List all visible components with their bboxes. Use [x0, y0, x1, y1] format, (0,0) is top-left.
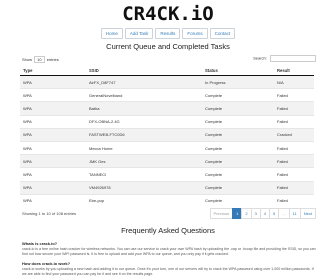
cell-ssid: TANNECI	[86, 167, 202, 181]
nav-contact[interactable]: Contact	[209, 28, 236, 39]
cell-ssid: DFX-OBNA-2.4G	[86, 114, 202, 129]
cell-status: Complete	[202, 140, 274, 155]
cell-result: Cracked	[274, 127, 314, 142]
cell-ssid: Mecca Home	[86, 140, 202, 155]
faq-answer: crack.io is a free online hash cracker f…	[22, 247, 316, 256]
faq-answer: crack.io works by you uploading a new ha…	[22, 267, 314, 276]
cell-status: Complete	[202, 154, 274, 168]
cell-type: WPA	[20, 140, 86, 155]
nav-results[interactable]: Results	[155, 28, 181, 39]
table-row: WPA TANNECI Complete Failed	[20, 167, 314, 181]
cell-type: WPA	[20, 88, 86, 102]
cell-result: N/A	[274, 74, 314, 89]
cell-status: In Progress	[202, 74, 274, 89]
table-row: WPA DFX-OBNA-2.4G Complete Failed	[20, 114, 314, 129]
pagination-next[interactable]: Next	[299, 208, 316, 219]
table-row: WPA AirFX_D8F747 In Progress N/A	[20, 74, 314, 89]
nav-home[interactable]: Home	[100, 28, 123, 39]
cell-type: WPA	[20, 180, 86, 195]
cell-ssid: GeneralNovelband	[86, 88, 202, 102]
cell-status: Complete	[202, 193, 274, 207]
cell-result: Failed	[274, 88, 314, 102]
cell-type: WPA	[20, 154, 86, 168]
cell-type: WPA	[20, 167, 86, 181]
cell-type: WPA	[20, 193, 86, 207]
table-row: WPA FASTWEB-FTC0D6 Complete Cracked	[20, 127, 314, 142]
entries-select[interactable]: 10	[34, 56, 45, 63]
cell-ssid: JMK Ges	[86, 154, 202, 168]
cell-ssid: Batha	[86, 101, 202, 116]
page-title: Current Queue and Completed Tasks	[106, 42, 230, 51]
cell-status: Complete	[202, 114, 274, 129]
cell-status: Complete	[202, 180, 274, 195]
table-header-row: Type SSID Status Result	[20, 66, 314, 76]
main-nav: Home Add Task Results Forums Contact	[0, 28, 336, 39]
nav-add-task[interactable]: Add Task	[124, 28, 154, 39]
nav-forums[interactable]: Forums	[182, 28, 208, 39]
site-logo[interactable]: CR4CK.iO	[0, 2, 336, 26]
show-label: Show	[22, 57, 33, 62]
cell-result: Failed	[274, 140, 314, 155]
faq-question: How does crack.io work?	[22, 261, 71, 266]
tasks-table: Type SSID Status Result WPA AirFX_D8F747 I…	[20, 66, 314, 207]
table-row: WPA JMK Ges Complete Failed	[20, 154, 314, 168]
cell-ssid: VM4926978	[86, 180, 202, 195]
cell-result: Failed	[274, 193, 314, 207]
table-row: WPA GeneralNovelband Complete Failed	[20, 88, 314, 102]
cell-type: WPA	[20, 114, 86, 129]
pagination: Previous 1 2 3 4 5 ... 11 Next	[209, 208, 316, 219]
cell-type: WPA	[20, 101, 86, 116]
column-header-result[interactable]: Result	[274, 66, 314, 76]
cell-ssid: Ebe-pup	[86, 193, 202, 207]
cell-type: WPA	[20, 74, 86, 89]
cell-status: Complete	[202, 167, 274, 181]
cell-status: Complete	[202, 127, 274, 142]
table-search: Search:	[253, 55, 316, 62]
cell-result: Failed	[274, 114, 314, 129]
column-header-ssid[interactable]: SSID	[86, 66, 202, 76]
cell-ssid: AirFX_D8F747	[86, 74, 202, 89]
column-header-status[interactable]: Status	[202, 66, 274, 76]
cell-ssid: FASTWEB-FTC0D6	[86, 127, 202, 142]
cell-status: Complete	[202, 101, 274, 116]
faq-title: Frequently Asked Questions	[121, 226, 215, 235]
table-info: Showing 1 to 10 of 108 entries	[22, 211, 77, 216]
cell-type: WPA	[20, 127, 86, 142]
entries-label: entries	[46, 57, 59, 62]
cell-result: Failed	[274, 101, 314, 116]
faq-question: Whats is crack.io?	[22, 241, 58, 246]
search-label: Search:	[253, 55, 267, 61]
cell-status: Complete	[202, 88, 274, 102]
table-row: WPA Batha Complete Failed	[20, 101, 314, 116]
table-row: WPA Mecca Home Complete Failed	[20, 140, 314, 155]
table-row: WPA Ebe-pup Complete Failed	[20, 193, 314, 207]
pagination-previous[interactable]: Previous	[209, 208, 234, 219]
column-header-type[interactable]: Type	[20, 66, 86, 76]
cell-result: Failed	[274, 154, 314, 168]
cell-result: Failed	[274, 167, 314, 181]
entries-length-control: Show 10 entries	[22, 56, 59, 63]
cell-result: Failed	[274, 180, 314, 195]
table-row: WPA VM4926978 Complete Failed	[20, 180, 314, 195]
search-input[interactable]	[270, 55, 316, 62]
